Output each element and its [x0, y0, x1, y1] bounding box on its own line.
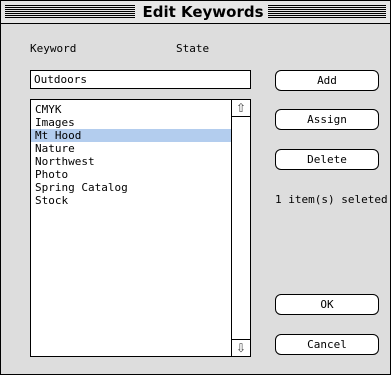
assign-button[interactable]: Assign: [275, 109, 379, 130]
ok-button[interactable]: OK: [275, 294, 379, 315]
state-column-label: State: [176, 42, 210, 55]
add-button[interactable]: Add: [275, 70, 379, 91]
delete-button[interactable]: Delete: [275, 149, 379, 170]
cancel-button[interactable]: Cancel: [275, 334, 379, 355]
title-bar-stripes-left: [5, 5, 135, 18]
scrollbar[interactable]: ⇧ ⇩: [231, 100, 250, 356]
window-title: Edit Keywords: [135, 2, 271, 22]
keyword-list-item[interactable]: Images: [31, 116, 231, 129]
keyword-input[interactable]: Outdoors: [30, 70, 251, 89]
keyword-list-item[interactable]: CMYK: [31, 103, 231, 116]
scroll-up-arrow-icon[interactable]: ⇧: [232, 100, 250, 117]
title-bar[interactable]: Edit Keywords: [1, 1, 390, 24]
keyword-column-label: Keyword: [30, 42, 77, 55]
keyword-list-item[interactable]: Stock: [31, 194, 231, 207]
edit-keywords-dialog: Edit Keywords Keyword State Outdoors CMY…: [0, 0, 391, 375]
keyword-list-item[interactable]: Spring Catalog: [31, 181, 231, 194]
scroll-down-arrow-icon[interactable]: ⇩: [232, 339, 250, 356]
selection-status: 1 item(s) seleted: [275, 193, 388, 206]
keyword-list[interactable]: CMYK Images Mt Hood Nature Northwest Photo Spr…: [30, 99, 251, 357]
keyword-list-item[interactable]: Nature: [31, 142, 231, 155]
keyword-list-item[interactable]: Northwest: [31, 155, 231, 168]
keyword-list-item[interactable]: Mt Hood: [31, 129, 231, 142]
keyword-list-item[interactable]: Photo: [31, 168, 231, 181]
title-bar-stripes-right: [268, 5, 386, 18]
keyword-list-items: CMYK Images Mt Hood Nature Northwest Photo Spr…: [31, 103, 231, 207]
